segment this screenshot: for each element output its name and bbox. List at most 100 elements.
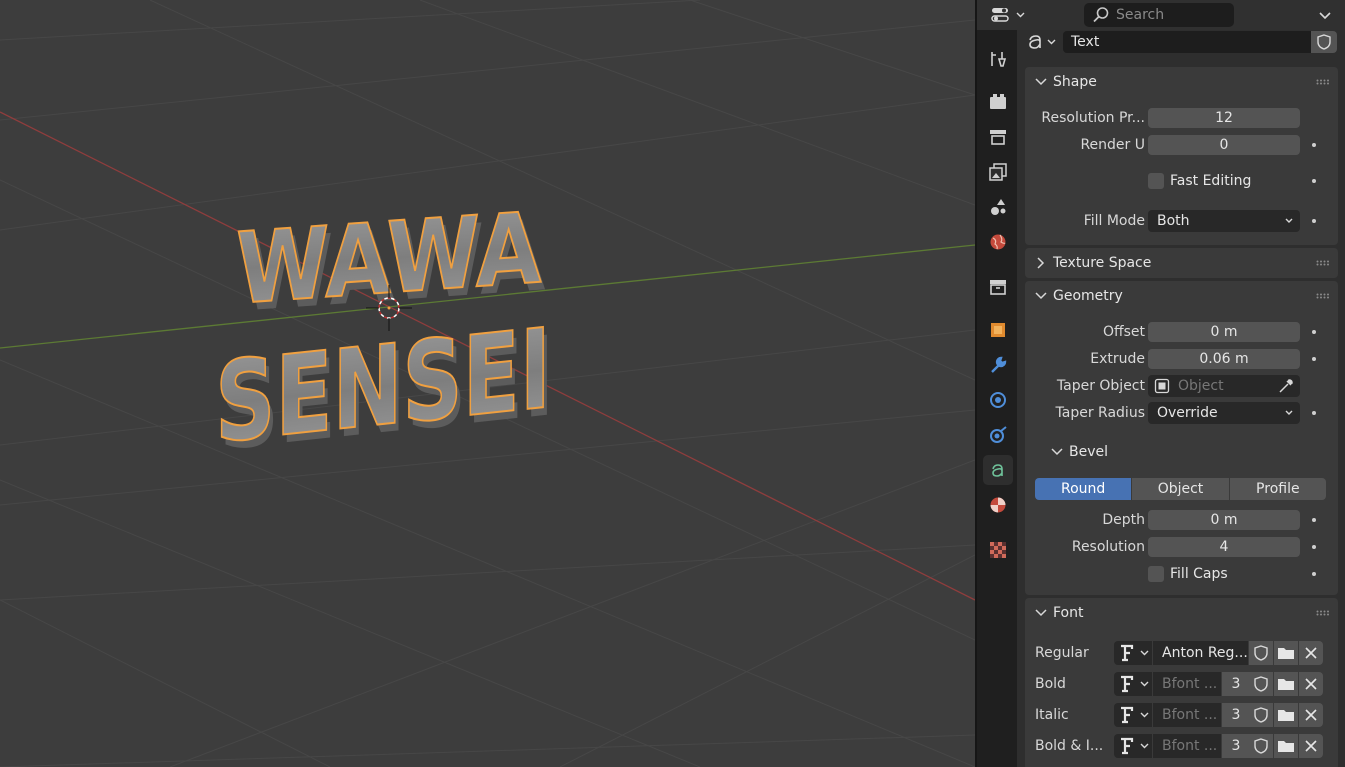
drag-grip-icon[interactable] [1316,610,1330,616]
resolution-preview-field[interactable]: 12 [1148,108,1300,128]
bevel-mode-profile[interactable]: Profile [1229,478,1326,500]
fast-editing-checkbox[interactable] [1148,173,1164,189]
open-file-button[interactable] [1274,672,1298,696]
fast-editing-label[interactable]: Fast Editing [1170,170,1251,192]
fake-user-button[interactable] [1249,734,1273,758]
keyframe-dot[interactable] [1312,179,1316,183]
taper-radius-dropdown[interactable]: Override [1148,402,1300,424]
render-u-field[interactable]: 0 [1148,135,1300,155]
tab-view-layer[interactable] [983,157,1013,187]
font-bold-italic-users[interactable]: 3 [1222,734,1250,758]
material-icon [990,497,1006,513]
search-placeholder: Search [1116,7,1165,23]
offset-field[interactable]: 0 m [1148,322,1300,342]
fill-mode-value: Both [1157,213,1190,229]
search-input[interactable]: Search [1084,3,1234,27]
unlink-button[interactable] [1299,734,1323,758]
bevel-mode-object[interactable]: Object [1132,478,1230,500]
tab-texture[interactable] [983,535,1013,565]
geometry-panel-title: Geometry [1053,288,1123,304]
folder-icon [1278,648,1294,659]
drag-grip-icon[interactable] [1316,293,1330,299]
font-browse-button[interactable] [1114,672,1152,696]
tab-material[interactable] [983,490,1013,520]
datablock-name-field[interactable]: Text [1063,31,1311,53]
tab-data[interactable] [983,455,1013,485]
shape-panel-header[interactable]: Shape [1025,67,1338,97]
font-bold-italic-name[interactable]: Bfont ... [1153,734,1221,758]
keyframe-dot[interactable] [1312,572,1316,576]
view-layer-icon [989,163,1007,181]
eyedropper-icon[interactable] [1278,378,1294,394]
bevel-mode-round[interactable]: Round [1035,478,1133,500]
unlink-button[interactable] [1299,641,1323,665]
font-regular-name[interactable]: Anton Reg... [1153,641,1248,665]
open-file-button[interactable] [1274,703,1298,727]
fill-caps-checkbox[interactable] [1148,566,1164,582]
drag-grip-icon[interactable] [1316,79,1330,85]
font-regular-row: Regular Anton Reg... [1025,641,1338,665]
particles-icon [990,392,1006,408]
chevron-down-icon [1047,39,1056,45]
bevel-resolution-field[interactable]: 4 [1148,537,1300,557]
open-file-button[interactable] [1274,734,1298,758]
keyframe-dot[interactable] [1312,545,1316,549]
open-file-button[interactable] [1274,641,1298,665]
tab-modifiers[interactable] [983,350,1013,380]
properties-tabs [977,30,1017,767]
keyframe-dot[interactable] [1312,411,1316,415]
unlink-button[interactable] [1299,703,1323,727]
object-icon [991,323,1005,337]
keyframe-dot[interactable] [1312,357,1316,361]
taper-object-field[interactable]: Object [1148,375,1300,397]
fill-caps-label[interactable]: Fill Caps [1170,563,1228,585]
taper-radius-value: Override [1157,405,1218,421]
keyframe-dot[interactable] [1312,143,1316,147]
fill-mode-dropdown[interactable]: Both [1148,210,1300,232]
tab-scene[interactable] [983,192,1013,222]
editor-type-button[interactable] [989,4,1027,26]
geometry-panel-header[interactable]: Geometry [1025,281,1338,311]
fake-user-button[interactable] [1249,641,1273,665]
shield-icon [1254,707,1268,723]
extrude-field[interactable]: 0.06 m [1148,349,1300,369]
font-italic-name[interactable]: Bfont ... [1153,703,1221,727]
font-browse-button[interactable] [1114,641,1152,665]
bevel-subpanel-header[interactable]: Bevel [1025,439,1338,467]
tab-world[interactable] [983,227,1013,257]
scene-icon [991,199,1006,215]
tab-render[interactable] [983,87,1013,117]
tab-physics[interactable] [983,420,1013,450]
font-bold-row: Bold Bfont ... 3 [1025,672,1338,696]
keyframe-dot[interactable] [1312,219,1316,223]
3d-viewport[interactable]: WAWA WAWA SENSEI SENSEI [0,0,975,767]
chevron-down-icon [1035,609,1047,617]
keyframe-dot[interactable] [1312,518,1316,522]
font-icon [1120,675,1133,693]
world-icon [990,234,1006,250]
fake-user-button[interactable] [1249,672,1273,696]
font-bold-name[interactable]: Bfont ... [1153,672,1221,696]
tab-tool[interactable] [983,44,1013,74]
texture-space-panel-header[interactable]: Texture Space [1025,248,1338,278]
fill-caps-row: Fill Caps [1025,563,1338,585]
drag-grip-icon[interactable] [1316,260,1330,266]
tab-particles[interactable] [983,385,1013,415]
font-panel-header[interactable]: Font [1025,598,1338,628]
keyframe-dot[interactable] [1312,330,1316,334]
tab-output[interactable] [983,122,1013,152]
unlink-button[interactable] [1299,672,1323,696]
font-italic-users[interactable]: 3 [1222,703,1250,727]
fake-user-button[interactable] [1249,703,1273,727]
bevel-depth-field[interactable]: 0 m [1148,510,1300,530]
options-chevron-icon[interactable] [1317,7,1333,23]
tab-object[interactable] [983,315,1013,345]
datablock-type-button[interactable] [1027,31,1063,53]
font-bold-users[interactable]: 3 [1222,672,1250,696]
font-browse-button[interactable] [1114,703,1152,727]
font-browse-button[interactable] [1114,734,1152,758]
extrude-row: Extrude 0.06 m [1025,348,1338,370]
tab-collection[interactable] [983,272,1013,302]
fake-user-button[interactable] [1311,31,1337,53]
shape-panel: Shape Resolution Pr... 12 Render U 0 Fas… [1025,67,1338,245]
